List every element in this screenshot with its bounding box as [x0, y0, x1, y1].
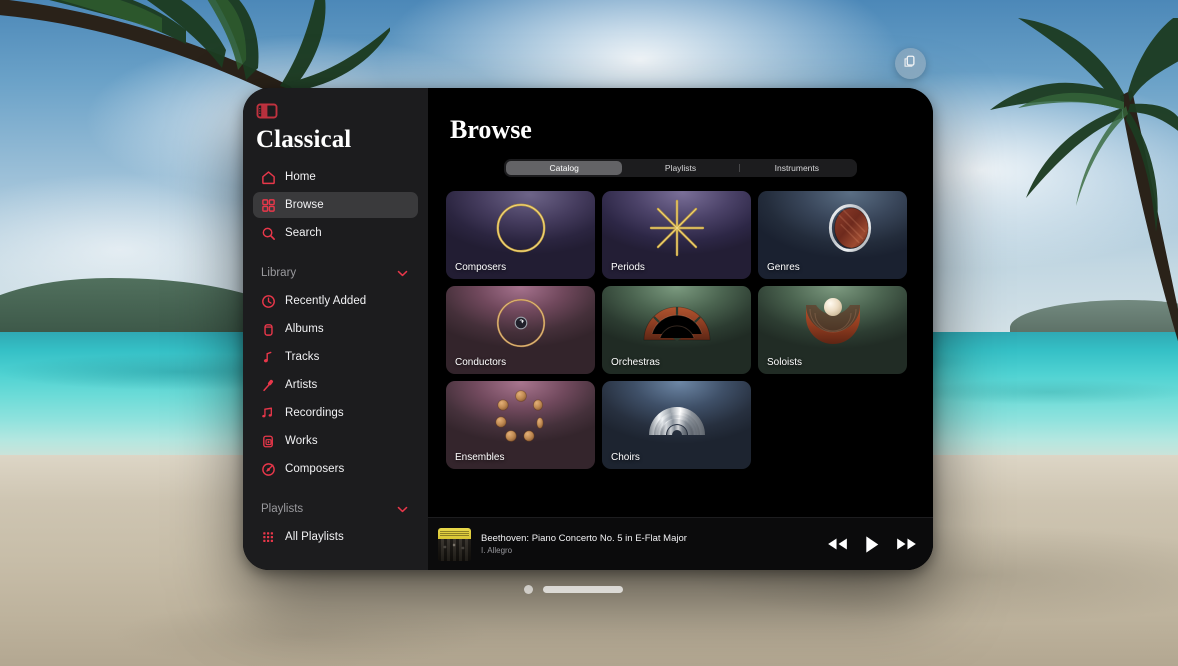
app-window: Classical Home Browse Search Library Rec… — [243, 88, 933, 570]
card-orchestras[interactable]: Orchestras — [602, 286, 751, 374]
card-label: Choirs — [611, 452, 640, 463]
clock-icon — [261, 294, 276, 309]
composer-icon — [261, 462, 276, 477]
sidebar-item-label: Artists — [285, 379, 318, 391]
album-icon — [261, 322, 276, 337]
sidebar-item-albums[interactable]: Albums — [253, 316, 418, 342]
tab-instruments[interactable]: Instruments — [738, 161, 855, 175]
sidebar-section-playlists-header[interactable]: Playlists — [261, 497, 416, 521]
card-soloists[interactable]: Soloists — [758, 286, 907, 374]
grid-icon — [261, 198, 276, 213]
sidebar-item-label: All Playlists — [285, 531, 344, 543]
now-playing-bar: Beethoven: Piano Concerto No. 5 in E-Fla… — [428, 517, 933, 570]
sidebar-item-all-playlists[interactable]: All Playlists — [253, 524, 418, 550]
segmented-control-wrapper: Catalog Playlists Instruments — [428, 159, 933, 177]
window-resize-chip[interactable] — [895, 48, 926, 79]
bronze-coin-circle-icon — [494, 390, 544, 442]
page-title: Browse — [450, 115, 532, 144]
tab-catalog[interactable]: Catalog — [506, 161, 623, 175]
chevron-down-icon[interactable] — [397, 506, 408, 513]
gold-ring-baton-icon — [496, 298, 545, 348]
window-chrome-bar — [524, 585, 623, 594]
card-label: Periods — [611, 262, 645, 273]
sidebar-item-search[interactable]: Search — [253, 220, 418, 246]
sidebar-item-label: Composers — [285, 463, 345, 475]
sidebar-item-recently-added[interactable]: Recently Added — [253, 288, 418, 314]
sidebar-item-label: Works — [285, 435, 318, 447]
album-art-photo — [438, 538, 471, 561]
sidebar-item-composers[interactable]: Composers — [253, 456, 418, 482]
sidebar-item-recordings[interactable]: Recordings — [253, 400, 418, 426]
music-note-icon — [261, 350, 276, 365]
palm-tree-right — [990, 18, 1178, 342]
sidebar-item-label: Home — [285, 171, 316, 183]
now-playing-meta: Beethoven: Piano Concerto No. 5 in E-Fla… — [481, 533, 827, 555]
card-ensembles[interactable]: Ensembles — [446, 381, 595, 469]
sidebar-item-label: Browse — [285, 199, 324, 211]
search-icon — [261, 226, 276, 241]
sidebar-item-label: Albums — [285, 323, 324, 335]
sidebar-toggle-icon[interactable] — [256, 102, 278, 120]
microphone-icon — [261, 378, 276, 393]
silver-dome-icon — [648, 407, 705, 436]
home-icon — [261, 170, 276, 185]
main-content: Browse Catalog Playlists Instruments Com… — [428, 88, 933, 570]
card-conductors[interactable]: Conductors — [446, 286, 595, 374]
card-label: Genres — [767, 262, 800, 273]
chevron-down-icon[interactable] — [397, 270, 408, 277]
tab-playlists[interactable]: Playlists — [622, 161, 738, 175]
album-art-banner — [438, 527, 471, 539]
sidebar-item-tracks[interactable]: Tracks — [253, 344, 418, 370]
gold-ring-icon — [496, 203, 545, 253]
sidebar-item-label: Recordings — [285, 407, 344, 419]
now-playing-title: Beethoven: Piano Concerto No. 5 in E-Fla… — [481, 533, 687, 544]
album-artwork[interactable] — [438, 527, 471, 561]
app-title: Classical — [256, 126, 352, 153]
sidebar-item-artists[interactable]: Artists — [253, 372, 418, 398]
next-button[interactable] — [896, 537, 917, 551]
works-icon — [261, 434, 276, 449]
window-resize-icon — [903, 54, 918, 74]
previous-button[interactable] — [827, 537, 848, 551]
section-title: Playlists — [261, 503, 304, 515]
card-genres[interactable]: Genres — [758, 191, 907, 279]
browse-card-grid: Composers Periods Genres Conductors Orch… — [446, 191, 933, 469]
card-choirs[interactable]: Choirs — [602, 381, 751, 469]
double-note-icon — [261, 406, 276, 421]
card-label: Orchestras — [611, 357, 660, 368]
sidebar: Classical Home Browse Search Library Rec… — [243, 88, 428, 570]
window-grab-bar[interactable] — [543, 586, 623, 593]
page-indicator-dot[interactable] — [524, 585, 533, 594]
gold-starburst-icon — [649, 199, 704, 257]
card-label: Soloists — [767, 357, 803, 368]
sidebar-item-label: Tracks — [285, 351, 320, 363]
playback-controls — [827, 535, 917, 554]
now-playing-subtitle: I. Allegro — [481, 546, 513, 555]
play-button[interactable] — [864, 535, 880, 554]
sidebar-item-works[interactable]: Works — [253, 428, 418, 454]
card-label: Ensembles — [455, 452, 505, 463]
playlist-grid-icon — [261, 530, 276, 545]
wood-disc-icon — [829, 204, 872, 252]
wood-arc-pearl-icon — [805, 297, 860, 344]
card-label: Composers — [455, 262, 507, 273]
sidebar-item-label: Search — [285, 227, 322, 239]
card-composers[interactable]: Composers — [446, 191, 595, 279]
segmented-control: Catalog Playlists Instruments — [504, 159, 857, 177]
wood-fan-icon — [643, 306, 710, 341]
sidebar-section-library-header[interactable]: Library — [261, 261, 416, 285]
sidebar-item-browse[interactable]: Browse — [253, 192, 418, 218]
sidebar-item-home[interactable]: Home — [253, 164, 418, 190]
sidebar-item-label: Recently Added — [285, 295, 367, 307]
card-periods[interactable]: Periods — [602, 191, 751, 279]
card-label: Conductors — [455, 357, 507, 368]
section-title: Library — [261, 267, 297, 279]
